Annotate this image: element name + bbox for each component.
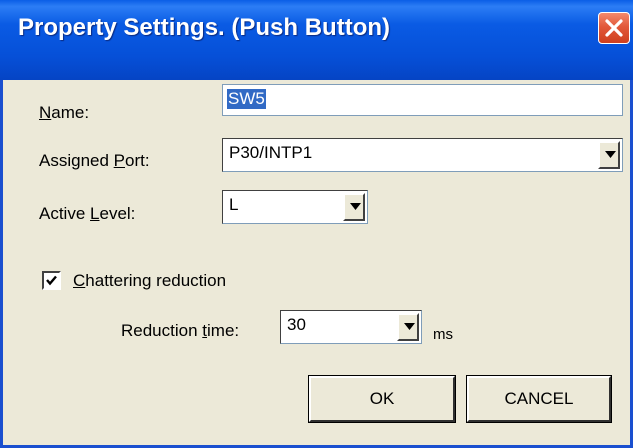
active-level-value: L	[229, 195, 239, 214]
ok-button[interactable]: OK	[308, 375, 456, 423]
active-level-label: Active Level:	[39, 204, 136, 223]
checkmark-icon	[46, 275, 57, 286]
name-field[interactable]: SW5	[222, 84, 623, 116]
active-level-dropdown-button[interactable]	[343, 193, 365, 221]
close-icon	[605, 19, 623, 37]
property-settings-dialog: Property Settings. (Push Button) Name: S…	[0, 0, 633, 448]
window-title: Property Settings. (Push Button)	[18, 14, 390, 41]
chevron-down-icon	[350, 203, 361, 210]
active-level-select[interactable]: L	[222, 190, 368, 224]
assigned-port-label: Assigned Port:	[39, 151, 150, 170]
reduction-time-label: Reduction time:	[121, 321, 240, 340]
reduction-time-unit: ms	[433, 326, 453, 343]
name-value: SW5	[227, 89, 266, 109]
reduction-time-dropdown-button[interactable]	[397, 313, 419, 341]
assigned-port-value: P30/INTP1	[229, 143, 313, 162]
assigned-port-select[interactable]: P30/INTP1	[222, 138, 623, 172]
assigned-port-dropdown-button[interactable]	[598, 141, 620, 169]
close-button[interactable]	[598, 12, 630, 44]
chevron-down-icon	[605, 151, 616, 158]
title-bar[interactable]: Property Settings. (Push Button)	[0, 0, 633, 80]
name-label: Name:	[39, 103, 90, 122]
reduction-time-value: 30	[287, 315, 306, 334]
chattering-reduction-label[interactable]: Chattering reduction	[73, 271, 226, 291]
chattering-reduction-checkbox[interactable]	[42, 271, 61, 290]
reduction-time-select[interactable]: 30	[280, 310, 422, 344]
cancel-button[interactable]: CANCEL	[466, 375, 612, 423]
chevron-down-icon	[404, 323, 415, 330]
